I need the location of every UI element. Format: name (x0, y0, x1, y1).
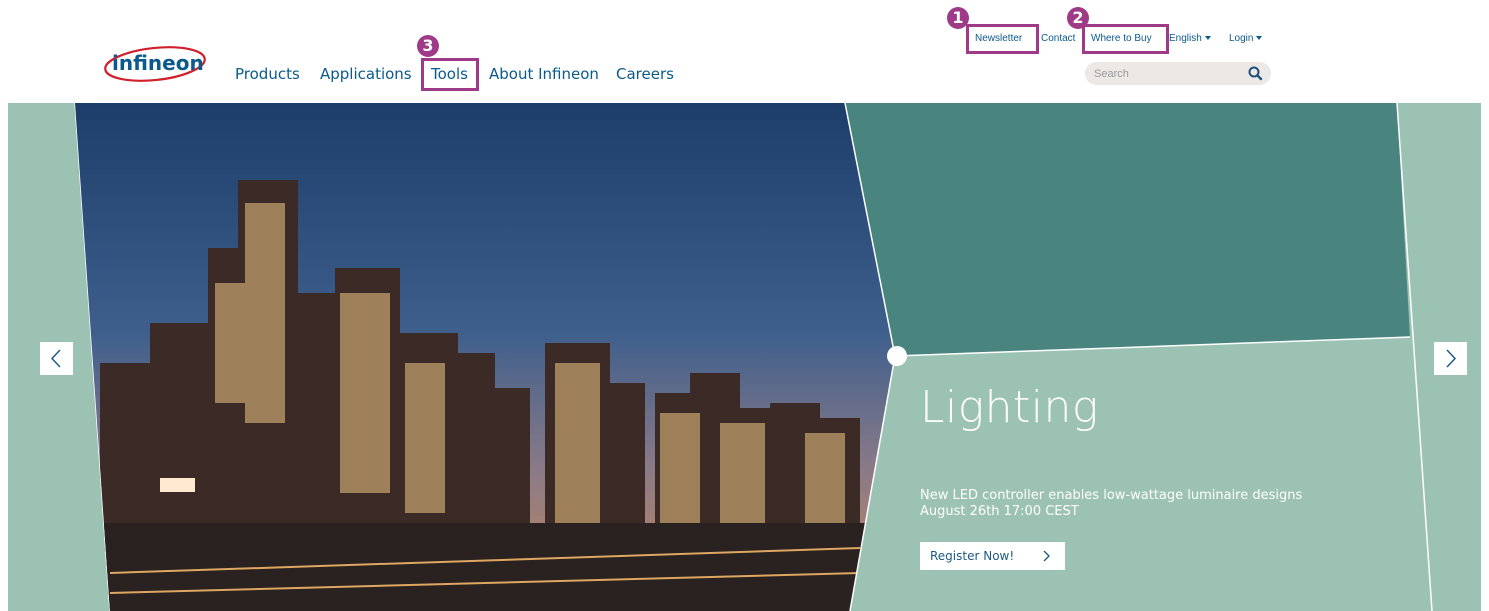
language-dropdown[interactable]: English (1169, 30, 1211, 48)
nav-about-infineon[interactable]: About Infineon (489, 63, 599, 85)
infineon-logo[interactable]: infineon (103, 38, 209, 84)
badge-3: 3 (417, 35, 439, 57)
slide-description-line-2: August 26th 17:00 CEST (920, 504, 1079, 519)
where-to-buy-highlight (1082, 24, 1169, 54)
slide-description: New LED controller enables low-wattage l… (920, 488, 1302, 520)
tools-highlight (421, 58, 479, 91)
login-dropdown[interactable]: Login (1229, 30, 1263, 48)
chevron-right-icon (1043, 550, 1050, 562)
city-skyline-image (75, 103, 895, 611)
register-now-label: Register Now! (930, 549, 1015, 563)
slide-title: Lighting (920, 382, 1099, 433)
logo-text: infineon (112, 51, 204, 75)
search-icon (1248, 66, 1263, 81)
hero-carousel: Lighting New LED controller enables low-… (0, 103, 1489, 611)
carousel-next-button[interactable] (1434, 342, 1467, 375)
site-header: infineon Products Applications Tools Abo… (0, 0, 1489, 103)
nav-careers[interactable]: Careers (616, 63, 674, 85)
hero-background (8, 103, 1481, 611)
caret-down-icon (1256, 36, 1263, 41)
search-button[interactable] (1244, 62, 1268, 85)
badge-2: 2 (1067, 7, 1089, 29)
caret-down-icon (1204, 36, 1211, 41)
newsletter-highlight (966, 24, 1039, 54)
chevron-right-icon (1446, 349, 1457, 368)
chevron-left-icon (50, 349, 61, 368)
login-label: Login (1229, 33, 1254, 44)
nav-applications[interactable]: Applications (320, 63, 412, 85)
nav-products[interactable]: Products (235, 63, 300, 85)
carousel-prev-button[interactable] (40, 342, 73, 375)
register-now-button[interactable]: Register Now! (920, 542, 1065, 570)
badge-1: 1 (947, 7, 969, 29)
slide-description-line-1: New LED controller enables low-wattage l… (920, 488, 1303, 503)
contact-link[interactable]: Contact (1041, 30, 1075, 48)
language-label: English (1169, 33, 1202, 44)
